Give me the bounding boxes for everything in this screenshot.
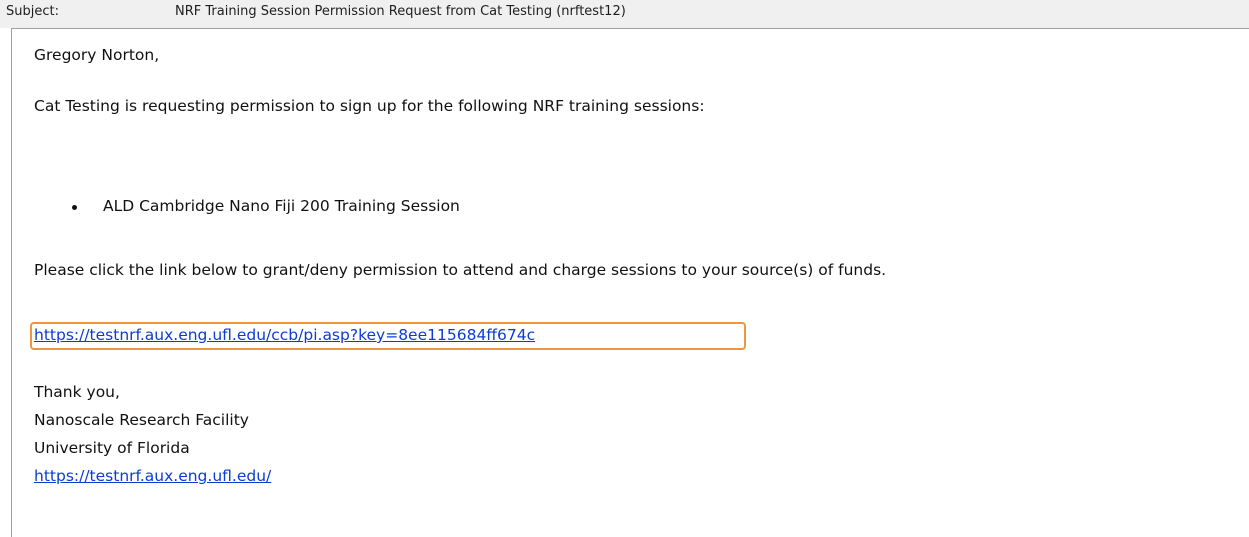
intro-text: Cat Testing is requesting permission to … (34, 97, 705, 115)
email-header: Subject: NRF Training Session Permission… (0, 0, 1249, 28)
signature-organization: Nanoscale Research Facility (34, 411, 249, 429)
permission-link[interactable]: https://testnrf.aux.eng.ufl.edu/ccb/pi.a… (34, 326, 535, 344)
signature-thanks: Thank you, (34, 383, 120, 401)
bullet-icon (72, 205, 77, 210)
message-body: Gregory Norton, Cat Testing is requestin… (11, 28, 1249, 537)
signature-university: University of Florida (34, 439, 190, 457)
session-list-item: ALD Cambridge Nano Fiji 200 Training Ses… (103, 197, 460, 215)
subject-value: NRF Training Session Permission Request … (175, 4, 626, 19)
website-link[interactable]: https://testnrf.aux.eng.ufl.edu/ (34, 467, 271, 485)
subject-label: Subject: (6, 4, 59, 19)
instruction-text: Please click the link below to grant/den… (34, 261, 887, 279)
greeting: Gregory Norton, (34, 46, 160, 64)
